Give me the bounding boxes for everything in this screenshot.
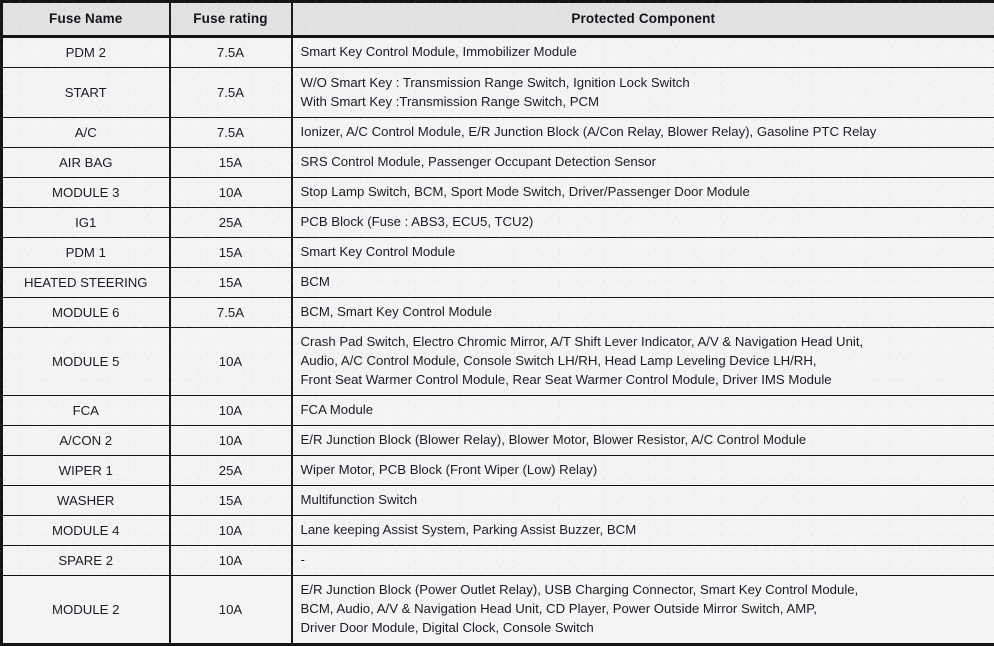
cell-protected-component: E/R Junction Block (Power Outlet Relay),… bbox=[292, 576, 994, 645]
cell-fuse-rating: 10A bbox=[170, 516, 292, 546]
cell-fuse-name: SPARE 2 bbox=[2, 546, 170, 576]
table-row: PDM 115A Smart Key Control Module bbox=[2, 238, 994, 268]
cell-fuse-name: MODULE 2 bbox=[2, 576, 170, 645]
cell-fuse-rating: 15A bbox=[170, 238, 292, 268]
cell-fuse-name: MODULE 3 bbox=[2, 178, 170, 208]
fuse-table: Fuse Name Fuse rating Protected Componen… bbox=[0, 0, 994, 646]
protected-component-line: With Smart Key :Transmission Range Switc… bbox=[301, 93, 990, 112]
protected-component-line: E/R Junction Block (Blower Relay), Blowe… bbox=[301, 431, 990, 450]
cell-fuse-name: MODULE 5 bbox=[2, 328, 170, 396]
cell-fuse-rating: 10A bbox=[170, 396, 292, 426]
cell-fuse-name: START bbox=[2, 68, 170, 118]
cell-fuse-rating: 7.5A bbox=[170, 298, 292, 328]
table-row: WASHER15A Multifunction Switch bbox=[2, 486, 994, 516]
cell-protected-component: BCM bbox=[292, 268, 994, 298]
protected-component-line: Smart Key Control Module, Immobilizer Mo… bbox=[301, 43, 990, 62]
table-row: WIPER 125A Wiper Motor, PCB Block (Front … bbox=[2, 456, 994, 486]
cell-fuse-rating: 15A bbox=[170, 148, 292, 178]
protected-component-line: - bbox=[301, 551, 990, 570]
cell-protected-component: Crash Pad Switch, Electro Chromic Mirror… bbox=[292, 328, 994, 396]
cell-fuse-name: A/C bbox=[2, 118, 170, 148]
cell-protected-component: W/O Smart Key : Transmission Range Switc… bbox=[292, 68, 994, 118]
protected-component-line: BCM, Smart Key Control Module bbox=[301, 303, 990, 322]
table-row: PDM 27.5A Smart Key Control Module, Immob… bbox=[2, 37, 994, 68]
protected-component-line: Smart Key Control Module bbox=[301, 243, 990, 262]
protected-component-line: Wiper Motor, PCB Block (Front Wiper (Low… bbox=[301, 461, 990, 480]
table-row: MODULE 410A Lane keeping Assist System, P… bbox=[2, 516, 994, 546]
table-row: START7.5A W/O Smart Key : Transmission Ra… bbox=[2, 68, 994, 118]
table-row: A/C7.5A Ionizer, A/C Control Module, E/R … bbox=[2, 118, 994, 148]
cell-protected-component: Smart Key Control Module bbox=[292, 238, 994, 268]
protected-component-line: BCM bbox=[301, 273, 990, 292]
table-row: A/CON 210A E/R Junction Block (Blower Rel… bbox=[2, 426, 994, 456]
cell-protected-component: E/R Junction Block (Blower Relay), Blowe… bbox=[292, 426, 994, 456]
table-row: MODULE 210A E/R Junction Block (Power Out… bbox=[2, 576, 994, 645]
cell-fuse-rating: 10A bbox=[170, 178, 292, 208]
table-row: AIR BAG15A SRS Control Module, Passenger … bbox=[2, 148, 994, 178]
protected-component-line: W/O Smart Key : Transmission Range Switc… bbox=[301, 74, 990, 93]
protected-component-line: Front Seat Warmer Control Module, Rear S… bbox=[301, 371, 990, 390]
protected-component-line: SRS Control Module, Passenger Occupant D… bbox=[301, 153, 990, 172]
protected-component-line: FCA Module bbox=[301, 401, 990, 420]
cell-fuse-name: WASHER bbox=[2, 486, 170, 516]
cell-protected-component: Lane keeping Assist System, Parking Assi… bbox=[292, 516, 994, 546]
cell-protected-component: Ionizer, A/C Control Module, E/R Junctio… bbox=[292, 118, 994, 148]
protected-component-line: E/R Junction Block (Power Outlet Relay),… bbox=[301, 581, 990, 600]
cell-fuse-name: PDM 2 bbox=[2, 37, 170, 68]
cell-protected-component: SRS Control Module, Passenger Occupant D… bbox=[292, 148, 994, 178]
cell-fuse-name: PDM 1 bbox=[2, 238, 170, 268]
protected-component-line: PCB Block (Fuse : ABS3, ECU5, TCU2) bbox=[301, 213, 990, 232]
cell-fuse-name: AIR BAG bbox=[2, 148, 170, 178]
cell-protected-component: Multifunction Switch bbox=[292, 486, 994, 516]
cell-fuse-rating: 10A bbox=[170, 546, 292, 576]
table-row: SPARE 210A- bbox=[2, 546, 994, 576]
cell-fuse-name: IG1 bbox=[2, 208, 170, 238]
cell-protected-component: Stop Lamp Switch, BCM, Sport Mode Switch… bbox=[292, 178, 994, 208]
table-row: MODULE 67.5A BCM, Smart Key Control Modul… bbox=[2, 298, 994, 328]
cell-fuse-rating: 10A bbox=[170, 328, 292, 396]
cell-fuse-rating: 7.5A bbox=[170, 68, 292, 118]
cell-protected-component: BCM, Smart Key Control Module bbox=[292, 298, 994, 328]
cell-fuse-rating: 15A bbox=[170, 268, 292, 298]
protected-component-line: BCM, Audio, A/V & Navigation Head Unit, … bbox=[301, 600, 990, 619]
cell-fuse-rating: 25A bbox=[170, 208, 292, 238]
cell-protected-component: - bbox=[292, 546, 994, 576]
cell-fuse-rating: 25A bbox=[170, 456, 292, 486]
cell-fuse-name: HEATED STEERING bbox=[2, 268, 170, 298]
protected-component-line: Driver Door Module, Digital Clock, Conso… bbox=[301, 619, 990, 638]
protected-component-line: Audio, A/C Control Module, Console Switc… bbox=[301, 352, 990, 371]
column-header-fuse-name: Fuse Name bbox=[2, 2, 170, 37]
protected-component-line: Stop Lamp Switch, BCM, Sport Mode Switch… bbox=[301, 183, 990, 202]
table-row: HEATED STEERING15A BCM bbox=[2, 268, 994, 298]
fuse-table-container: Fuse Name Fuse rating Protected Componen… bbox=[0, 0, 994, 578]
column-header-fuse-rating: Fuse rating bbox=[170, 2, 292, 37]
cell-fuse-rating: 10A bbox=[170, 576, 292, 645]
table-row: FCA10A FCA Module bbox=[2, 396, 994, 426]
table-row: IG125A PCB Block (Fuse : ABS3, ECU5, TCU2… bbox=[2, 208, 994, 238]
cell-protected-component: FCA Module bbox=[292, 396, 994, 426]
cell-fuse-rating: 10A bbox=[170, 426, 292, 456]
cell-protected-component: Smart Key Control Module, Immobilizer Mo… bbox=[292, 37, 994, 68]
protected-component-line: Ionizer, A/C Control Module, E/R Junctio… bbox=[301, 123, 990, 142]
cell-protected-component: PCB Block (Fuse : ABS3, ECU5, TCU2) bbox=[292, 208, 994, 238]
protected-component-line: Crash Pad Switch, Electro Chromic Mirror… bbox=[301, 333, 990, 352]
cell-fuse-name: MODULE 4 bbox=[2, 516, 170, 546]
header-row: Fuse Name Fuse rating Protected Componen… bbox=[2, 2, 994, 37]
cell-fuse-rating: 15A bbox=[170, 486, 292, 516]
cell-fuse-name: WIPER 1 bbox=[2, 456, 170, 486]
cell-fuse-name: FCA bbox=[2, 396, 170, 426]
table-body: PDM 27.5ASmart Key Control Module, Immob… bbox=[2, 37, 994, 645]
column-header-protected-component: Protected Component bbox=[292, 2, 994, 37]
table-header: Fuse Name Fuse rating Protected Componen… bbox=[2, 2, 994, 37]
cell-fuse-rating: 7.5A bbox=[170, 37, 292, 68]
table-row: MODULE 510A Crash Pad Switch, Electro Chr… bbox=[2, 328, 994, 396]
cell-fuse-name: A/CON 2 bbox=[2, 426, 170, 456]
protected-component-line: Lane keeping Assist System, Parking Assi… bbox=[301, 521, 990, 540]
cell-protected-component: Wiper Motor, PCB Block (Front Wiper (Low… bbox=[292, 456, 994, 486]
protected-component-line: Multifunction Switch bbox=[301, 491, 990, 510]
table-row: MODULE 310A Stop Lamp Switch, BCM, Sport … bbox=[2, 178, 994, 208]
cell-fuse-rating: 7.5A bbox=[170, 118, 292, 148]
cell-fuse-name: MODULE 6 bbox=[2, 298, 170, 328]
